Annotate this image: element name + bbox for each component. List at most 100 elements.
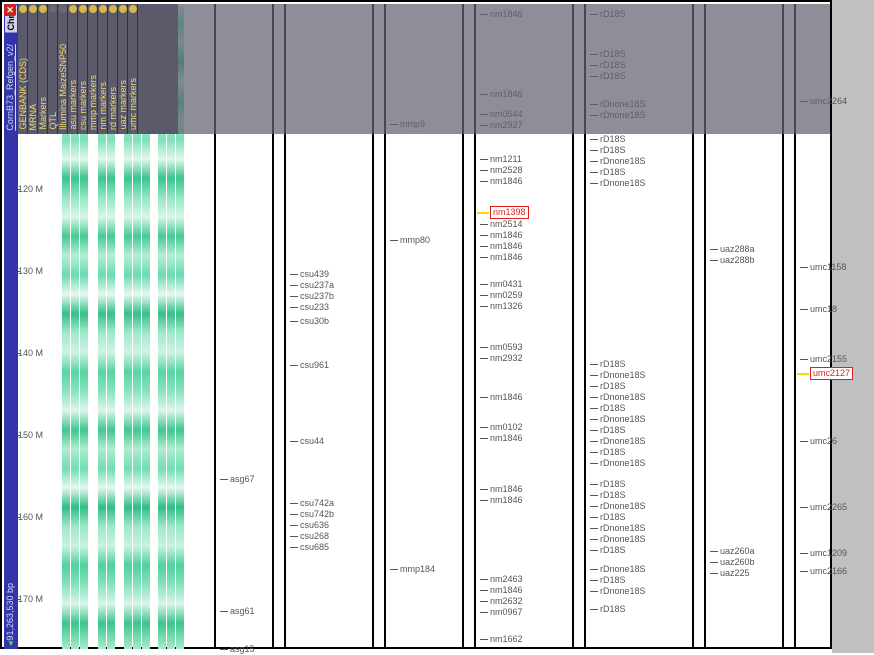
marker-nm0544[interactable]: nm0544 <box>490 109 523 120</box>
marker-nm1846[interactable]: nm1846 <box>490 89 523 100</box>
track-header-csu-markers[interactable]: csu markers <box>78 4 88 134</box>
marker-csu30b[interactable]: csu30b <box>300 316 329 327</box>
marker-rDnone18S[interactable]: rDnone18S <box>600 414 646 425</box>
marker-asg61[interactable]: asg61 <box>230 606 255 617</box>
marker-rD18S[interactable]: rD18S <box>600 167 626 178</box>
arrow-down-icon[interactable]: ▼ <box>7 639 15 648</box>
marker-csu636[interactable]: csu636 <box>300 520 329 531</box>
marker-uaz288b[interactable]: uaz288b <box>720 255 755 266</box>
track-header-genbank-(cds)[interactable]: GENBANK (CDS) <box>18 4 28 134</box>
track-header-mrna[interactable]: MRNA <box>28 4 38 134</box>
marker-nm0431[interactable]: nm0431 <box>490 279 523 290</box>
marker-nm2514[interactable]: nm2514 <box>490 219 523 230</box>
marker-csu961[interactable]: csu961 <box>300 360 329 371</box>
marker-uaz260a[interactable]: uaz260a <box>720 546 755 557</box>
track-csu[interactable]: csu439csu237acsu237bcsu233 csu30b csu961 cs… <box>284 4 374 649</box>
marker-csu233[interactable]: csu233 <box>300 302 329 313</box>
marker-nm2528[interactable]: nm2528 <box>490 165 523 176</box>
marker-asg67[interactable]: asg67 <box>230 474 255 485</box>
marker-rD18S[interactable]: rD18S <box>600 145 626 156</box>
marker-nm1398[interactable]: nm1398 <box>490 206 529 219</box>
marker-umc2265[interactable]: umc2265 <box>810 502 847 513</box>
marker-uaz225[interactable]: uaz225 <box>720 568 750 579</box>
track-header-qtl[interactable]: QTL <box>48 4 58 134</box>
marker-mmp9[interactable]: mmp9 <box>400 119 425 130</box>
track-header-illumina-maizesnp50[interactable]: Illumina MaizeSNP50 <box>58 4 68 134</box>
marker-umc1158[interactable]: umc1158 <box>810 262 846 273</box>
marker-rDnone18S[interactable]: rDnone18S <box>600 534 646 545</box>
marker-nm1846[interactable]: nm1846 <box>490 392 523 403</box>
marker-rD18S[interactable]: rD18S <box>600 60 626 71</box>
marker-csu439[interactable]: csu439 <box>300 269 329 280</box>
marker-rD18S[interactable]: rD18S <box>600 71 626 82</box>
track-uaz[interactable]: uaz288auaz288b uaz260auaz260buaz225 <box>704 4 784 649</box>
track-mmp[interactable]: mmp9 mmp80 mmp184 <box>384 4 464 649</box>
marker-nm2463[interactable]: nm2463 <box>490 574 523 585</box>
marker-rDnone18S[interactable]: rDnone18S <box>600 458 646 469</box>
marker-umc2155[interactable]: umc2155 <box>810 354 847 365</box>
track-header-umc-markers[interactable]: umc markers <box>128 4 138 134</box>
track-asg[interactable]: asg67asg61asg15 <box>214 4 274 649</box>
marker-csu268[interactable]: csu268 <box>300 531 329 542</box>
marker-rDnone18S[interactable]: rDnone18S <box>600 501 646 512</box>
marker-umc2166[interactable]: umc2166 <box>810 566 847 577</box>
marker-nm0102[interactable]: nm0102 <box>490 422 523 433</box>
track-nm[interactable]: nm1846nm1846nm0544nm2927nm1211nm2528nm18… <box>474 4 574 649</box>
track-rd[interactable]: rD18SrD18SrD18SrD18SrDnone18SrDnone18SrD… <box>584 4 694 649</box>
marker-nm2927[interactable]: nm2927 <box>490 120 523 131</box>
marker-rD18S[interactable]: rD18S <box>600 425 626 436</box>
marker-rD18S[interactable]: rD18S <box>600 403 626 414</box>
marker-nm1846[interactable]: nm1846 <box>490 495 523 506</box>
marker-uaz260b[interactable]: uaz260b <box>720 557 755 568</box>
marker-mmp184[interactable]: mmp184 <box>400 564 435 575</box>
marker-nm0967[interactable]: nm0967 <box>490 607 523 618</box>
marker-nm1846[interactable]: nm1846 <box>490 585 523 596</box>
marker-rD18S[interactable]: rD18S <box>600 359 626 370</box>
marker-rD18S[interactable]: rD18S <box>600 134 626 145</box>
marker-rD18S[interactable]: rD18S <box>600 49 626 60</box>
marker-nm0259[interactable]: nm0259 <box>490 290 523 301</box>
marker-csu742b[interactable]: csu742b <box>300 509 334 520</box>
marker-nm1326[interactable]: nm1326 <box>490 301 523 312</box>
track-header-uaz-markers[interactable]: uaz markers <box>118 4 128 134</box>
marker-rDnone18S[interactable]: rDnone18S <box>600 586 646 597</box>
marker-umc18[interactable]: umc18 <box>810 304 837 315</box>
marker-csu237b[interactable]: csu237b <box>300 291 334 302</box>
refgen-label[interactable]: CornB73_Refgen_v2/ <box>5 44 15 131</box>
marker-nm1846[interactable]: nm1846 <box>490 252 523 263</box>
track-header-markers[interactable]: Markers <box>38 4 48 134</box>
marker-umc26[interactable]: umc26 <box>810 436 837 447</box>
marker-csu237a[interactable]: csu237a <box>300 280 334 291</box>
marker-nm1846[interactable]: nm1846 <box>490 176 523 187</box>
marker-mmp80[interactable]: mmp80 <box>400 235 430 246</box>
marker-rD18S[interactable]: rD18S <box>600 447 626 458</box>
marker-rDnone18S[interactable]: rDnone18S <box>600 564 646 575</box>
marker-nm2632[interactable]: nm2632 <box>490 596 523 607</box>
marker-csu44[interactable]: csu44 <box>300 436 324 447</box>
track-header-nm-markers[interactable]: nm markers <box>98 4 108 134</box>
marker-nm1211[interactable]: nm1211 <box>490 154 522 165</box>
marker-rDnone18S[interactable]: rDnone18S <box>600 178 646 189</box>
marker-rDnone18S[interactable]: rDnone18S <box>600 156 646 167</box>
marker-nm1846[interactable]: nm1846 <box>490 9 523 20</box>
marker-rDnone18S[interactable]: rDnone18S <box>600 370 646 381</box>
close-icon[interactable]: ✕ <box>4 4 16 16</box>
marker-nm2932[interactable]: nm2932 <box>490 353 523 364</box>
marker-uaz288a[interactable]: uaz288a <box>720 244 755 255</box>
marker-umc1209[interactable]: umc1209 <box>810 548 847 559</box>
marker-rDnone18S[interactable]: rDnone18S <box>600 99 646 110</box>
marker-nm1846[interactable]: nm1846 <box>490 484 523 495</box>
marker-rD18S[interactable]: rD18S <box>600 490 626 501</box>
track-header-asu-markers[interactable]: asu markers <box>68 4 78 134</box>
track-umc[interactable]: umc2264umc1158umc18umc2155umc2127umc26um… <box>794 4 874 649</box>
marker-rD18S[interactable]: rD18S <box>600 9 626 20</box>
marker-rD18S[interactable]: rD18S <box>600 512 626 523</box>
marker-nm1846[interactable]: nm1846 <box>490 433 523 444</box>
marker-nm1846[interactable]: nm1846 <box>490 230 523 241</box>
marker-rDnone18S[interactable]: rDnone18S <box>600 523 646 534</box>
track-header-mmp-markers[interactable]: mmp markers <box>88 4 98 134</box>
marker-nm0593[interactable]: nm0593 <box>490 342 523 353</box>
marker-csu742a[interactable]: csu742a <box>300 498 334 509</box>
marker-nm1662[interactable]: nm1662 <box>490 634 523 645</box>
marker-rDnone18S[interactable]: rDnone18S <box>600 110 646 121</box>
